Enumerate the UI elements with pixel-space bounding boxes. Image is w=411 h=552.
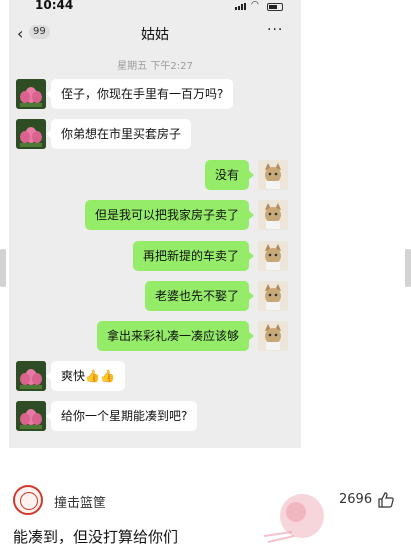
status-bar: 10:44 ◠ xyxy=(9,0,301,14)
message-bubble[interactable]: 再把新提的车卖了 xyxy=(132,241,255,271)
message-text: 给你一个星期能凑到吧? xyxy=(61,409,188,423)
message-text: 侄子，你现在手里有一百万吗? xyxy=(61,87,224,101)
left-scroll-handle[interactable] xyxy=(0,249,6,287)
wifi-icon: ◠ xyxy=(251,0,259,10)
comment-username[interactable]: 撞击篮筐 xyxy=(54,492,106,511)
user-avatar[interactable] xyxy=(258,241,288,271)
message-bubble[interactable]: 你弟想在市里买套房子 xyxy=(45,119,192,149)
status-time: 10:44 xyxy=(35,0,74,12)
watermark-logo xyxy=(263,494,324,543)
message-bubble[interactable]: 拿出来彩礼凑一凑应该够 xyxy=(96,321,255,351)
commenter-avatar[interactable] xyxy=(13,485,43,515)
message-text: 再把新提的车卖了 xyxy=(142,249,239,263)
comment-text: 能凑到，但没打算给你们 xyxy=(13,528,179,546)
message-bubble[interactable]: 爽快👍👍 xyxy=(46,361,125,391)
message-text: 爽快👍👍 xyxy=(61,369,115,383)
message-bubble[interactable]: 侄子，你现在手里有一百万吗? xyxy=(45,79,234,109)
right-scroll-handle[interactable] xyxy=(405,249,411,287)
chat-header: ‹ 99 姑姑 ··· xyxy=(9,18,301,48)
message-bubble[interactable]: 给你一个星期能凑到吧? xyxy=(45,401,198,431)
contact-avatar[interactable] xyxy=(16,361,46,391)
thumbs-up-icon[interactable] xyxy=(378,492,394,508)
user-avatar[interactable] xyxy=(258,281,288,311)
message-text: 拿出来彩礼凑一凑应该够 xyxy=(106,329,239,343)
contact-avatar[interactable] xyxy=(16,401,46,431)
contact-avatar[interactable] xyxy=(16,79,46,109)
user-avatar[interactable] xyxy=(258,200,288,230)
message-bubble[interactable]: 但是我可以把我家房子卖了 xyxy=(84,200,255,230)
message-timestamp: 星期五 下午2:27 xyxy=(117,61,193,72)
user-avatar[interactable] xyxy=(258,321,288,351)
battery-icon xyxy=(267,3,283,11)
chat-title: 姑姑 xyxy=(141,27,169,43)
user-avatar[interactable] xyxy=(258,160,288,190)
message-text: 你弟想在市里买套房子 xyxy=(61,127,182,141)
like-count: 2696 xyxy=(339,492,373,507)
message-bubble[interactable]: 老婆也先不娶了 xyxy=(144,281,255,311)
message-text: 老婆也先不娶了 xyxy=(154,289,239,303)
comment-row: 撞击篮筐 2696 能凑到，但没打算给你们 xyxy=(0,458,411,547)
contact-avatar[interactable] xyxy=(16,119,46,149)
message-text: 但是我可以把我家房子卖了 xyxy=(94,208,239,222)
signal-icon xyxy=(235,3,246,10)
message-text: 没有 xyxy=(214,168,239,182)
message-bubble[interactable]: 没有 xyxy=(204,160,255,190)
more-options-icon[interactable]: ··· xyxy=(267,22,283,38)
chat-screenshot: 10:44 ◠ ‹ 99 姑姑 ··· 星期五 下午2:27 侄子，你现在手里有… xyxy=(9,0,301,448)
